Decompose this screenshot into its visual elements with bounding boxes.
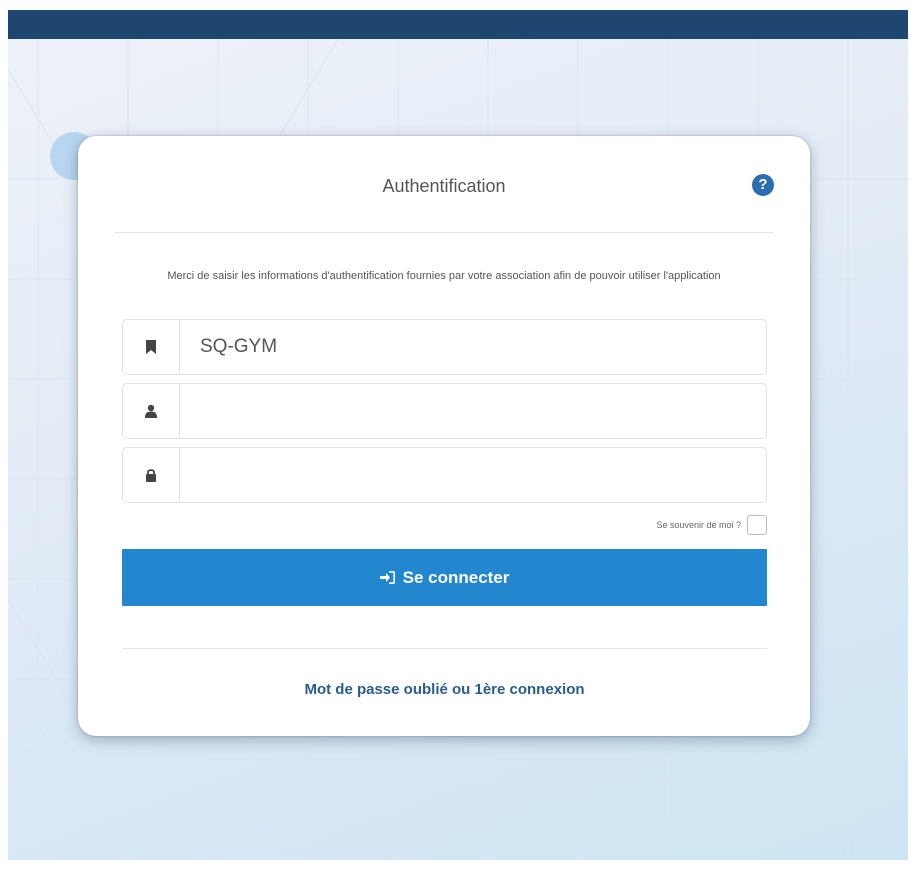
password-input-group	[122, 447, 767, 503]
password-addon	[123, 448, 180, 502]
association-input[interactable]	[180, 320, 766, 374]
lock-icon	[146, 469, 156, 482]
top-bar	[8, 10, 908, 39]
bookmark-icon	[146, 340, 156, 354]
username-addon	[123, 384, 180, 438]
password-input[interactable]	[180, 448, 766, 502]
remember-me-label: Se souvenir de moi ?	[656, 520, 741, 530]
username-input-group	[122, 383, 767, 439]
sign-in-icon	[379, 571, 395, 584]
forgot-password-link[interactable]: Mot de passe oublié ou 1ère connexion	[122, 681, 767, 698]
login-button[interactable]: Se connecter	[122, 549, 767, 606]
association-input-group	[122, 319, 767, 375]
login-card: Authentification ? Merci de saisir les i…	[78, 136, 810, 736]
card-title: Authentification	[382, 176, 506, 196]
card-header: Authentification ?	[114, 136, 774, 233]
association-addon	[123, 320, 180, 374]
remember-me-row: Se souvenir de moi ?	[122, 511, 767, 539]
app-screen: Authentification ? Merci de saisir les i…	[8, 10, 908, 860]
user-icon	[145, 404, 157, 418]
question-circle-icon[interactable]: ?	[752, 174, 774, 196]
remember-me-checkbox[interactable]	[747, 515, 767, 535]
login-form: Se souvenir de moi ? Se connecter Mot de…	[122, 319, 767, 698]
intro-text: Merci de saisir les informations d'authe…	[167, 270, 721, 282]
login-button-label: Se connecter	[402, 567, 510, 587]
form-separator	[122, 648, 767, 649]
username-input[interactable]	[180, 384, 766, 438]
